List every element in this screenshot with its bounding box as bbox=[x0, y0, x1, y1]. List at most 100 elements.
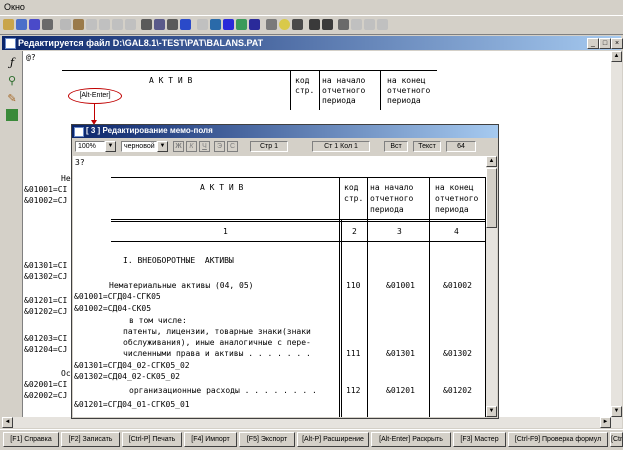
scroll-left-icon[interactable]: ◄ bbox=[2, 417, 13, 428]
column-number: 2 bbox=[352, 227, 357, 236]
row-code: 112 bbox=[346, 386, 361, 395]
table-icon[interactable] bbox=[210, 19, 221, 30]
memo-header-end-3: периода bbox=[435, 205, 469, 214]
tools-icon[interactable]: ✎ bbox=[6, 93, 18, 105]
text-format-icon[interactable] bbox=[377, 19, 388, 30]
fragment-line: &02002=CJ bbox=[24, 391, 68, 400]
print-preview-icon[interactable] bbox=[154, 19, 165, 30]
save-icon[interactable] bbox=[16, 19, 27, 30]
check-formulas-button[interactable]: [Ctrl-F9] Проверка формул bbox=[508, 432, 608, 447]
alt-enter-callout: [Alt-Enter] bbox=[68, 88, 122, 104]
smiley-icon[interactable] bbox=[279, 19, 290, 30]
superscript-button[interactable]: Э bbox=[214, 141, 225, 152]
memo-scroll-thumb[interactable] bbox=[486, 168, 497, 228]
row-code: 110 bbox=[346, 281, 361, 290]
memo-caret-line: 3? bbox=[75, 158, 85, 167]
menu-bar: Окно bbox=[0, 0, 623, 14]
underline-button[interactable]: Ч bbox=[199, 141, 210, 152]
fx-icon[interactable]: ƒ bbox=[6, 57, 18, 69]
status-insert-mode: Вст bbox=[384, 141, 408, 152]
memo-header-code-1: код bbox=[344, 183, 359, 192]
paste-icon[interactable] bbox=[73, 19, 84, 30]
fragment-line: &01201=CI bbox=[24, 296, 68, 305]
zoom-select[interactable]: 100% bbox=[75, 141, 105, 152]
find-next-icon[interactable] bbox=[322, 19, 333, 30]
subscript-button[interactable]: С bbox=[227, 141, 238, 152]
row-start-value: &01001 bbox=[386, 281, 415, 290]
minimize-button[interactable]: _ bbox=[587, 38, 599, 49]
style-dropdown-icon[interactable]: ▼ bbox=[157, 141, 168, 152]
open-folder-icon[interactable] bbox=[3, 19, 14, 30]
spell-check-icon[interactable] bbox=[364, 19, 375, 30]
list-icon[interactable] bbox=[266, 19, 277, 30]
fragment-line: &01202=CJ bbox=[24, 307, 68, 316]
print-button[interactable]: [Ctrl-P] Печать bbox=[122, 432, 182, 447]
memo-header-start-3: периода bbox=[370, 205, 404, 214]
memo-vertical-scrollbar[interactable]: ▲ ▼ bbox=[486, 156, 497, 417]
scroll-right-icon[interactable]: ► bbox=[600, 417, 611, 428]
zoom-dropdown-icon[interactable]: ▼ bbox=[105, 141, 116, 152]
undo-icon[interactable] bbox=[112, 19, 123, 30]
memo-toolbar: 100% ▼ черновой ▼ Ж К Ч Э С Стр 1 Ст 1 К… bbox=[72, 139, 498, 155]
function-icon[interactable] bbox=[351, 19, 362, 30]
copy-icon[interactable] bbox=[60, 19, 71, 30]
fragment-line: &01001=CI bbox=[24, 185, 68, 194]
fragment-line: &01301=CI bbox=[24, 261, 68, 270]
italic-button[interactable]: К bbox=[186, 141, 197, 152]
grid-icon[interactable] bbox=[236, 19, 247, 30]
maximize-button[interactable]: □ bbox=[599, 38, 611, 49]
page-icon[interactable] bbox=[180, 19, 191, 30]
help-icon[interactable] bbox=[223, 19, 234, 30]
app-icon bbox=[5, 38, 16, 49]
main-header-start-2: отчетного bbox=[322, 86, 366, 95]
style-select[interactable]: черновой bbox=[121, 141, 157, 152]
f1-help-button[interactable]: [F1] Справка bbox=[3, 432, 59, 447]
printer-setup-icon[interactable] bbox=[167, 19, 178, 30]
row-end-value: &01302 bbox=[443, 349, 472, 358]
ctrl-extra-button[interactable]: [Ctr bbox=[610, 432, 623, 447]
formula-icon[interactable] bbox=[249, 19, 260, 30]
bold-button[interactable]: Ж bbox=[173, 141, 184, 152]
memo-header-code-2: стр. bbox=[344, 194, 364, 203]
eraser-icon[interactable] bbox=[99, 19, 110, 30]
main-header-code-1: код bbox=[295, 76, 310, 85]
main-header-code-2: стр. bbox=[295, 86, 315, 95]
fragment-line: Не bbox=[61, 174, 71, 183]
document-icon[interactable] bbox=[42, 19, 53, 30]
main-window-title: Редактируется файл D:\GAL8.1\-TEST\PAT\B… bbox=[18, 38, 264, 48]
scroll-up-icon[interactable]: ▲ bbox=[611, 51, 622, 62]
print-icon[interactable] bbox=[141, 19, 152, 30]
row-label: организационные расходы . . . . . . . . bbox=[129, 386, 317, 395]
memo-scroll-up-icon[interactable]: ▲ bbox=[486, 156, 497, 167]
scroll-down-icon[interactable]: ▼ bbox=[611, 406, 622, 417]
main-header-start-1: на начало bbox=[322, 76, 366, 85]
fragment-line: Ос bbox=[61, 369, 71, 378]
row-end-value: &01002 bbox=[443, 281, 472, 290]
row-start-value: &01201 bbox=[386, 386, 415, 395]
window-icon[interactable] bbox=[338, 19, 349, 30]
row-label: в том числе: bbox=[129, 316, 187, 325]
main-header-end-2: отчетного bbox=[387, 86, 431, 95]
f2-save-button[interactable]: [F2] Записать bbox=[61, 432, 120, 447]
status-position: Ст 1 Кол 1 bbox=[312, 141, 370, 152]
close-button[interactable]: × bbox=[611, 38, 623, 49]
memo-scroll-down-icon[interactable]: ▼ bbox=[486, 406, 497, 417]
menu-window[interactable]: Окно bbox=[4, 2, 25, 12]
f4-import-button[interactable]: [F4] Импорт bbox=[184, 432, 237, 447]
calculator-icon[interactable] bbox=[6, 109, 18, 121]
main-vertical-scrollbar[interactable]: ▲ ▼ bbox=[611, 51, 622, 417]
save-as-icon[interactable] bbox=[29, 19, 40, 30]
f3-wizard-button[interactable]: [F3] Мастер bbox=[453, 432, 506, 447]
cut-icon[interactable] bbox=[86, 19, 97, 30]
find-icon[interactable] bbox=[309, 19, 320, 30]
f5-export-button[interactable]: [F5] Экспорт bbox=[239, 432, 295, 447]
expand-button[interactable]: [Alt-Enter] Раскрыть bbox=[371, 432, 451, 447]
tree-icon[interactable]: ⚲ bbox=[6, 75, 18, 87]
main-header-end-1: на конец bbox=[387, 76, 426, 85]
insert-text-icon[interactable] bbox=[197, 19, 208, 30]
extension-button[interactable]: [Alt-P] Расширение bbox=[297, 432, 369, 447]
main-toolbar bbox=[0, 15, 623, 35]
memo-document[interactable]: 3? А К Т И В код стр. на начало отчетног… bbox=[73, 156, 486, 417]
redo-icon[interactable] bbox=[125, 19, 136, 30]
keyboard-icon[interactable] bbox=[292, 19, 303, 30]
